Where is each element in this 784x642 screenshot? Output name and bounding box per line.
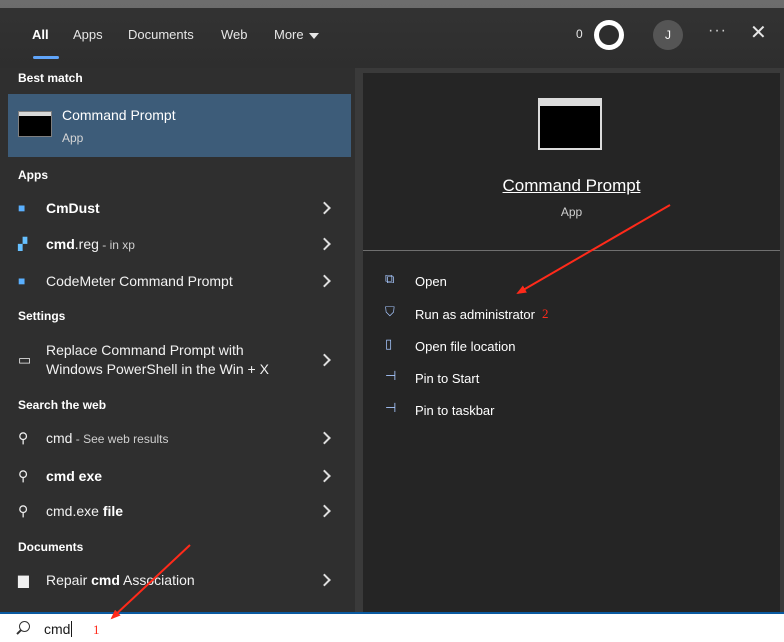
- action-label: Run as administrator: [415, 307, 535, 322]
- preview-pane: Command Prompt App ⧉ Open ⛉ Run as admin…: [363, 73, 780, 612]
- result-label: cmd exe: [46, 468, 103, 484]
- tab-more-label: More: [274, 27, 304, 42]
- search-window: All Apps Documents Web More 0 J ··· ✕ Be…: [0, 0, 784, 642]
- section-best-match: Best match: [18, 71, 83, 85]
- result-label: Replace Command Prompt with Windows Power…: [46, 342, 269, 377]
- window-top-strip: [0, 0, 784, 8]
- rewards-trophy-icon[interactable]: [594, 20, 624, 50]
- annotation-number-2: 2: [542, 306, 549, 321]
- result-label: cmd.exe file: [46, 503, 124, 519]
- app-window-icon: ■: [18, 201, 26, 215]
- tab-all[interactable]: All: [32, 27, 49, 42]
- best-match-result[interactable]: Command Prompt App: [8, 94, 351, 157]
- result-label: cmd.reg - in xp: [46, 236, 135, 252]
- section-settings: Settings: [18, 309, 66, 323]
- action-label: Pin to Start: [415, 371, 480, 386]
- preview-title[interactable]: Command Prompt: [363, 176, 780, 196]
- search-icon: ⚲: [18, 467, 29, 484]
- shield-icon: ⛉: [385, 304, 395, 319]
- command-prompt-icon: [538, 98, 602, 150]
- caret-down-icon: [308, 32, 319, 39]
- search-icon: ⚲: [18, 429, 29, 446]
- registry-file-icon: ▞: [18, 237, 28, 251]
- search-input[interactable]: cmd: [44, 621, 73, 637]
- settings-result[interactable]: ▭ Replace Command Prompt with Windows Pow…: [8, 336, 351, 384]
- action-label: Open: [415, 274, 447, 289]
- tab-documents[interactable]: Documents: [128, 27, 194, 42]
- web-result-cmd[interactable]: ⚲ cmd - See web results: [8, 421, 351, 455]
- chevron-right-icon: [318, 201, 331, 215]
- tab-web[interactable]: Web: [221, 27, 248, 42]
- section-apps: Apps: [18, 168, 48, 182]
- chevron-right-icon: [318, 274, 331, 288]
- result-label: CodeMeter Command Prompt: [46, 273, 233, 289]
- search-icon: [19, 621, 30, 632]
- preview-divider: [363, 250, 780, 251]
- pin-icon: ⊣: [385, 400, 397, 415]
- app-window-icon: ■: [18, 274, 26, 288]
- web-result-cmd-exe[interactable]: ⚲ cmd exe: [8, 459, 351, 493]
- tab-apps[interactable]: Apps: [73, 27, 103, 42]
- preview-subtitle: App: [560, 205, 583, 219]
- document-icon: ▆: [18, 571, 29, 588]
- chevron-right-icon: [318, 237, 331, 251]
- avatar[interactable]: J: [653, 20, 683, 50]
- settings-icon: ▭: [18, 351, 32, 368]
- action-label: Open file location: [415, 339, 516, 354]
- close-icon[interactable]: ✕: [750, 20, 767, 45]
- app-result-cmd-reg[interactable]: ▞ cmd.reg - in xp: [8, 227, 351, 261]
- open-icon: ⧉: [385, 271, 395, 286]
- folder-icon: ▯: [385, 336, 393, 351]
- section-search-web: Search the web: [18, 398, 107, 412]
- pin-icon: ⊣: [385, 368, 397, 383]
- action-label: Pin to taskbar: [415, 403, 495, 418]
- web-result-cmd-exe-file[interactable]: ⚲ cmd.exe file: [8, 494, 351, 528]
- section-documents: Documents: [18, 540, 84, 554]
- result-label: CmDust: [46, 200, 100, 216]
- command-prompt-icon: [18, 111, 52, 137]
- best-match-title: Command Prompt: [62, 107, 176, 123]
- top-bar: All Apps Documents Web More 0 J ··· ✕: [0, 0, 784, 68]
- annotation-number-1: 1: [93, 622, 100, 637]
- best-match-subtitle: App: [62, 131, 84, 145]
- rewards-points: 0: [576, 27, 583, 41]
- chevron-right-icon: [318, 431, 331, 445]
- result-label: cmd - See web results: [46, 430, 169, 446]
- active-tab-indicator: [33, 56, 59, 59]
- tab-more[interactable]: More: [274, 27, 319, 42]
- result-label: Repair cmd Association: [46, 572, 195, 588]
- chevron-right-icon: [318, 573, 331, 587]
- document-result[interactable]: ▆ Repair cmd Association: [8, 563, 351, 597]
- search-box[interactable]: cmd: [0, 612, 784, 642]
- more-options-icon[interactable]: ···: [708, 22, 727, 40]
- app-result-cmdust[interactable]: ■ CmDust: [8, 191, 351, 225]
- app-result-codemeter[interactable]: ■ CodeMeter Command Prompt: [8, 264, 351, 298]
- chevron-right-icon: [318, 353, 331, 367]
- trophy-inner: [599, 25, 619, 45]
- chevron-right-icon: [318, 469, 331, 483]
- search-icon: ⚲: [18, 502, 29, 519]
- chevron-right-icon: [318, 504, 331, 518]
